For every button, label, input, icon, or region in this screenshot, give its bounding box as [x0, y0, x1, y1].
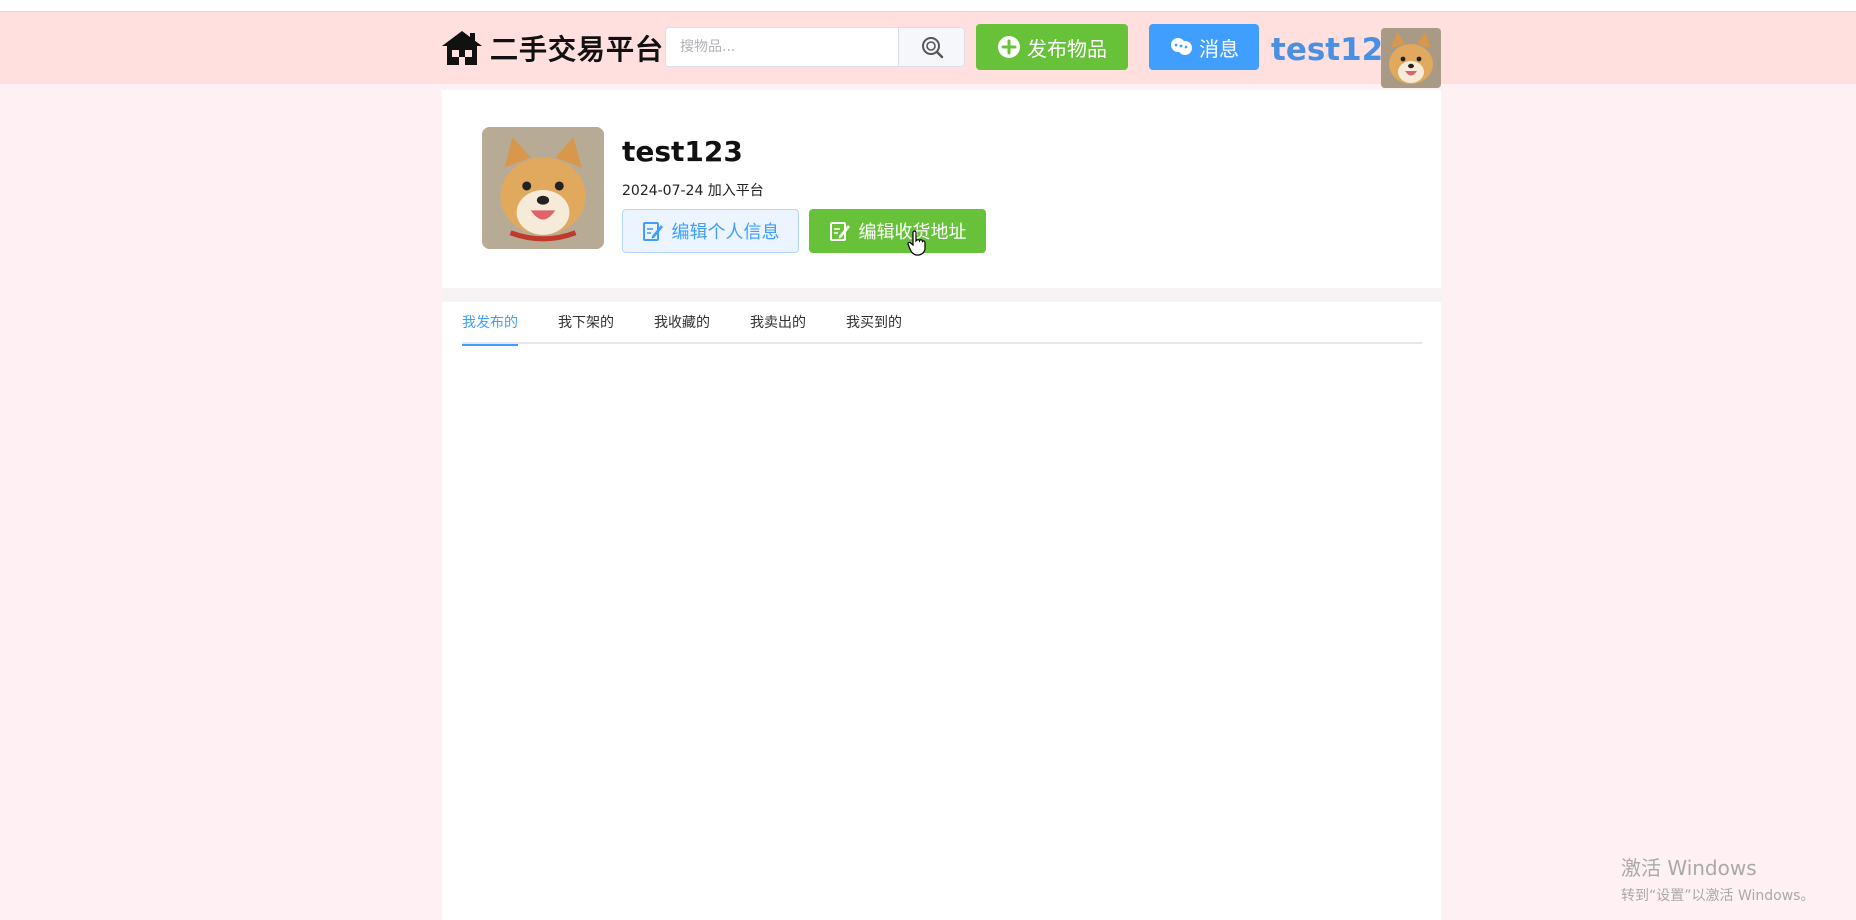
- search-button[interactable]: [898, 28, 964, 66]
- search-bar: [665, 27, 965, 67]
- plus-circle-icon: [998, 36, 1020, 58]
- edit-profile-button[interactable]: 编辑个人信息: [622, 209, 799, 253]
- tab-bought[interactable]: 我买到的: [846, 302, 902, 344]
- profile-join-date: 2024-07-24 加入平台: [622, 183, 764, 199]
- site-header: 二手交易平台 发布物品 消息 test123: [0, 12, 1856, 88]
- site-logo[interactable]: 二手交易平台: [440, 20, 664, 76]
- tab-published[interactable]: 我发布的: [462, 302, 518, 346]
- header-avatar[interactable]: [1381, 28, 1441, 88]
- section-divider: [442, 288, 1441, 302]
- hand-cursor-icon: [907, 230, 926, 256]
- profile-username: test123: [622, 135, 743, 168]
- main-content: test123 2024-07-24 加入平台 编辑个人信息 编辑收货地址 我发: [442, 90, 1441, 920]
- logo-text: 二手交易平台: [490, 33, 665, 66]
- search-input[interactable]: [666, 28, 898, 66]
- messages-button[interactable]: 消息: [1149, 24, 1259, 70]
- browser-top-strip: [0, 0, 1856, 12]
- windows-activation-watermark: 激活 Windows 转到“设置”以激活 Windows。: [1621, 852, 1814, 905]
- messages-label: 消息: [1199, 36, 1239, 61]
- edit-profile-label: 编辑个人信息: [671, 222, 780, 243]
- tab-sold[interactable]: 我卖出的: [750, 302, 806, 344]
- edit-document-icon: [642, 222, 663, 241]
- publish-item-label: 发布物品: [1027, 36, 1107, 61]
- profile-tabs: 我发布的 我下架的 我收藏的 我卖出的 我买到的: [462, 302, 1422, 346]
- watermark-subtitle: 转到“设置”以激活 Windows。: [1621, 888, 1815, 904]
- tabs-card: 我发布的 我下架的 我收藏的 我卖出的 我买到的: [442, 302, 1441, 920]
- publish-item-button[interactable]: 发布物品: [976, 24, 1128, 70]
- tab-removed[interactable]: 我下架的: [558, 302, 614, 344]
- tab-favorites[interactable]: 我收藏的: [654, 302, 710, 344]
- profile-avatar: [482, 127, 604, 249]
- edit-document-icon: [829, 222, 850, 241]
- watermark-title: 激活 Windows: [1621, 856, 1757, 880]
- edit-address-button[interactable]: 编辑收货地址: [809, 209, 986, 253]
- chat-bubbles-icon: [1171, 38, 1192, 55]
- search-icon: [921, 37, 943, 59]
- profile-card: test123 2024-07-24 加入平台 编辑个人信息 编辑收货地址: [442, 90, 1441, 288]
- dog-avatar-image: [482, 127, 604, 249]
- dog-avatar-image: [1381, 28, 1441, 88]
- house-icon: [442, 31, 482, 65]
